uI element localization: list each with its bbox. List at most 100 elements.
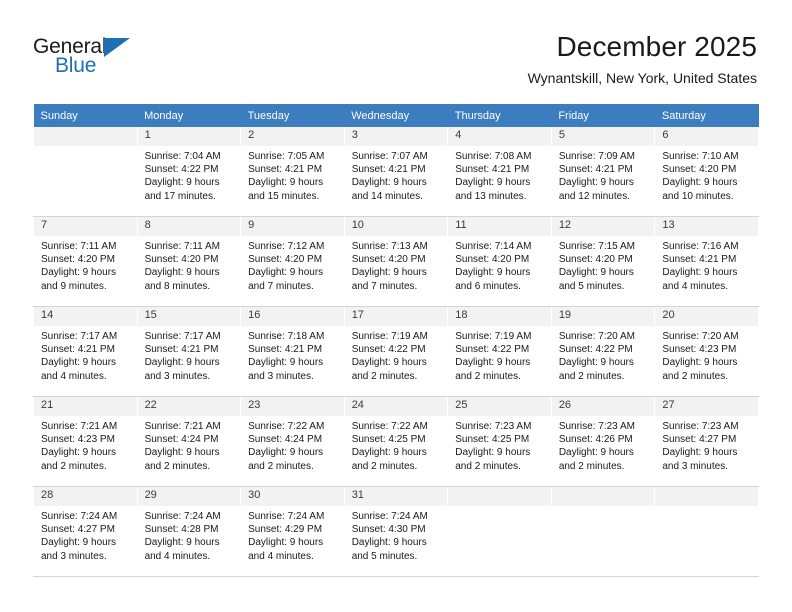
- daylight-text-line1: Daylight: 9 hours: [455, 357, 531, 369]
- day-number: 30: [241, 487, 344, 506]
- calendar-week-row: 7 Sunrise: 7:11 AM Sunset: 4:20 PM Daylight…: [33, 216, 759, 307]
- daylight-text-line2: and 2 minutes.: [662, 370, 728, 382]
- sunset-text: Sunset: 4:22 PM: [455, 344, 530, 356]
- day-cell[interactable]: 9 Sunrise: 7:12 AM Sunset: 4:20 PM Daylight…: [240, 216, 345, 307]
- day-number: 11: [448, 217, 551, 236]
- triangle-icon: [104, 38, 130, 57]
- day-cell[interactable]: 28 Sunrise: 7:24 AM Sunset: 4:27 PM Dayligh…: [33, 486, 138, 577]
- daylight-text-line2: and 2 minutes.: [558, 460, 625, 472]
- sunrise-text: Sunrise: 7:22 AM: [351, 421, 428, 432]
- logo-text-blue: Blue: [55, 54, 97, 77]
- daylight-text-line2: and 12 minutes.: [558, 190, 630, 202]
- day-cell[interactable]: 16 Sunrise: 7:18 AM Sunset: 4:21 PM Dayligh…: [240, 306, 345, 397]
- day-cell[interactable]: 13 Sunrise: 7:16 AM Sunset: 4:21 PM Dayligh…: [654, 216, 759, 307]
- sunrise-text: Sunrise: 7:18 AM: [248, 331, 325, 342]
- day-cell[interactable]: 21 Sunrise: 7:21 AM Sunset: 4:23 PM Dayligh…: [33, 396, 138, 487]
- sunrise-text: Sunrise: 7:04 AM: [144, 151, 221, 162]
- day-cell[interactable]: 14 Sunrise: 7:17 AM Sunset: 4:21 PM Dayligh…: [33, 306, 138, 397]
- sunset-text: Sunset: 4:21 PM: [455, 164, 530, 176]
- sunset-text: Sunset: 4:29 PM: [248, 524, 323, 536]
- daylight-text-line2: and 15 minutes.: [248, 190, 320, 202]
- daylight-text-line1: Daylight: 9 hours: [144, 537, 220, 549]
- daylight-text-line1: Daylight: 9 hours: [144, 357, 220, 369]
- day-cell[interactable]: 19 Sunrise: 7:20 AM Sunset: 4:22 PM Dayligh…: [550, 306, 656, 397]
- day-number: 24: [344, 397, 448, 416]
- sunrise-sunset-calendar: Sunday Monday Tuesday Wednesday Thursday…: [33, 104, 759, 577]
- day-cell[interactable]: 15 Sunrise: 7:17 AM Sunset: 4:21 PM Dayligh…: [136, 306, 242, 397]
- day-cell[interactable]: [33, 127, 138, 217]
- sunrise-text: Sunrise: 7:08 AM: [455, 151, 532, 162]
- daylight-text-line1: Daylight: 9 hours: [144, 177, 220, 189]
- sunset-text: Sunset: 4:26 PM: [558, 434, 633, 446]
- calendar-body: 1 Sunrise: 7:04 AM Sunset: 4:22 PM Daylight…: [33, 127, 759, 577]
- sunset-text: Sunset: 4:20 PM: [662, 164, 737, 176]
- sunrise-text: Sunrise: 7:17 AM: [144, 331, 221, 342]
- daylight-text-line2: and 2 minutes.: [41, 460, 107, 472]
- calendar-week-row: 21 Sunrise: 7:21 AM Sunset: 4:23 PM Dayligh…: [33, 396, 759, 487]
- page-header: General Blue December 2025 Wynantskill, …: [0, 0, 792, 104]
- day-cell[interactable]: 29 Sunrise: 7:24 AM Sunset: 4:28 PM Dayligh…: [136, 486, 242, 577]
- daylight-text-line1: Daylight: 9 hours: [455, 447, 531, 459]
- sunset-text: Sunset: 4:21 PM: [41, 344, 115, 356]
- day-cell[interactable]: 24 Sunrise: 7:22 AM Sunset: 4:25 PM Dayligh…: [343, 396, 449, 487]
- daylight-text-line1: Daylight: 9 hours: [248, 537, 324, 549]
- day-cell[interactable]: 31 Sunrise: 7:24 AM Sunset: 4:30 PM Dayligh…: [343, 486, 449, 577]
- day-cell[interactable]: 4 Sunrise: 7:08 AM Sunset: 4:21 PM Daylight…: [447, 127, 552, 217]
- day-number: 20: [655, 307, 758, 326]
- sunrise-text: Sunrise: 7:23 AM: [558, 421, 635, 432]
- day-cell-empty: [550, 486, 656, 577]
- daylight-text-line1: Daylight: 9 hours: [558, 177, 634, 189]
- sunrise-text: Sunrise: 7:21 AM: [144, 421, 221, 432]
- day-cell[interactable]: 3 Sunrise: 7:07 AM Sunset: 4:21 PM Daylight…: [343, 127, 449, 217]
- daylight-text-line1: Daylight: 9 hours: [455, 267, 531, 279]
- day-cell[interactable]: 12 Sunrise: 7:15 AM Sunset: 4:20 PM Dayligh…: [550, 216, 656, 307]
- daylight-text-line1: Daylight: 9 hours: [662, 447, 738, 459]
- daylight-text-line1: Daylight: 9 hours: [144, 267, 220, 279]
- sunset-text: Sunset: 4:22 PM: [144, 164, 219, 176]
- daylight-text-line2: and 2 minutes.: [248, 460, 314, 472]
- day-cell[interactable]: 8 Sunrise: 7:11 AM Sunset: 4:20 PM Daylight…: [136, 216, 242, 307]
- day-number: [655, 487, 758, 506]
- sunrise-text: Sunrise: 7:12 AM: [248, 241, 325, 252]
- general-blue-logo[interactable]: General Blue: [33, 36, 143, 84]
- day-cell[interactable]: 17 Sunrise: 7:19 AM Sunset: 4:22 PM Dayligh…: [343, 306, 449, 397]
- day-number: 16: [241, 307, 344, 326]
- day-cell[interactable]: 6 Sunrise: 7:10 AM Sunset: 4:20 PM Daylight…: [654, 127, 759, 217]
- sunrise-text: Sunrise: 7:20 AM: [662, 331, 739, 342]
- sunset-text: Sunset: 4:24 PM: [248, 434, 323, 446]
- day-cell[interactable]: 22 Sunrise: 7:21 AM Sunset: 4:24 PM Dayligh…: [136, 396, 242, 487]
- day-number: 18: [448, 307, 551, 326]
- day-cell[interactable]: 30 Sunrise: 7:24 AM Sunset: 4:29 PM Dayligh…: [240, 486, 345, 577]
- sunset-text: Sunset: 4:25 PM: [455, 434, 530, 446]
- day-cell[interactable]: 5 Sunrise: 7:09 AM Sunset: 4:21 PM Daylight…: [550, 127, 656, 217]
- day-number: 22: [137, 397, 241, 416]
- daylight-text-line2: and 4 minutes.: [662, 280, 728, 292]
- weekday-header-row: Sunday Monday Tuesday Wednesday Thursday…: [33, 104, 759, 127]
- day-number: 26: [551, 397, 655, 416]
- day-cell[interactable]: 27 Sunrise: 7:23 AM Sunset: 4:27 PM Dayligh…: [654, 396, 759, 487]
- sunrise-text: Sunrise: 7:19 AM: [351, 331, 428, 342]
- day-cell[interactable]: 26 Sunrise: 7:23 AM Sunset: 4:26 PM Dayligh…: [550, 396, 656, 487]
- sunset-text: Sunset: 4:20 PM: [558, 254, 633, 266]
- day-cell[interactable]: 23 Sunrise: 7:22 AM Sunset: 4:24 PM Dayligh…: [240, 396, 345, 487]
- day-cell[interactable]: 18 Sunrise: 7:19 AM Sunset: 4:22 PM Dayligh…: [447, 306, 552, 397]
- day-cell[interactable]: 7 Sunrise: 7:11 AM Sunset: 4:20 PM Daylight…: [33, 216, 138, 307]
- daylight-text-line2: and 9 minutes.: [41, 280, 107, 292]
- daylight-text-line1: Daylight: 9 hours: [351, 447, 427, 459]
- sunrise-text: Sunrise: 7:24 AM: [248, 511, 325, 522]
- sunset-text: Sunset: 4:20 PM: [351, 254, 426, 266]
- day-cell[interactable]: 25 Sunrise: 7:23 AM Sunset: 4:25 PM Dayligh…: [447, 396, 552, 487]
- day-cell[interactable]: 1 Sunrise: 7:04 AM Sunset: 4:22 PM Daylight…: [136, 127, 242, 217]
- daylight-text-line2: and 2 minutes.: [455, 370, 521, 382]
- day-cell[interactable]: 10 Sunrise: 7:13 AM Sunset: 4:20 PM Dayligh…: [343, 216, 449, 307]
- weekday-header-wednesday: Wednesday: [344, 104, 448, 127]
- daylight-text-line1: Daylight: 9 hours: [558, 267, 634, 279]
- day-number: [448, 487, 551, 506]
- day-cell[interactable]: 20 Sunrise: 7:20 AM Sunset: 4:23 PM Dayligh…: [654, 306, 759, 397]
- day-cell[interactable]: 11 Sunrise: 7:14 AM Sunset: 4:20 PM Dayligh…: [447, 216, 552, 307]
- sunset-text: Sunset: 4:21 PM: [558, 164, 633, 176]
- day-number: 12: [551, 217, 655, 236]
- sunset-text: Sunset: 4:24 PM: [144, 434, 219, 446]
- daylight-text-line1: Daylight: 9 hours: [41, 357, 117, 369]
- day-cell[interactable]: 2 Sunrise: 7:05 AM Sunset: 4:21 PM Daylight…: [240, 127, 345, 217]
